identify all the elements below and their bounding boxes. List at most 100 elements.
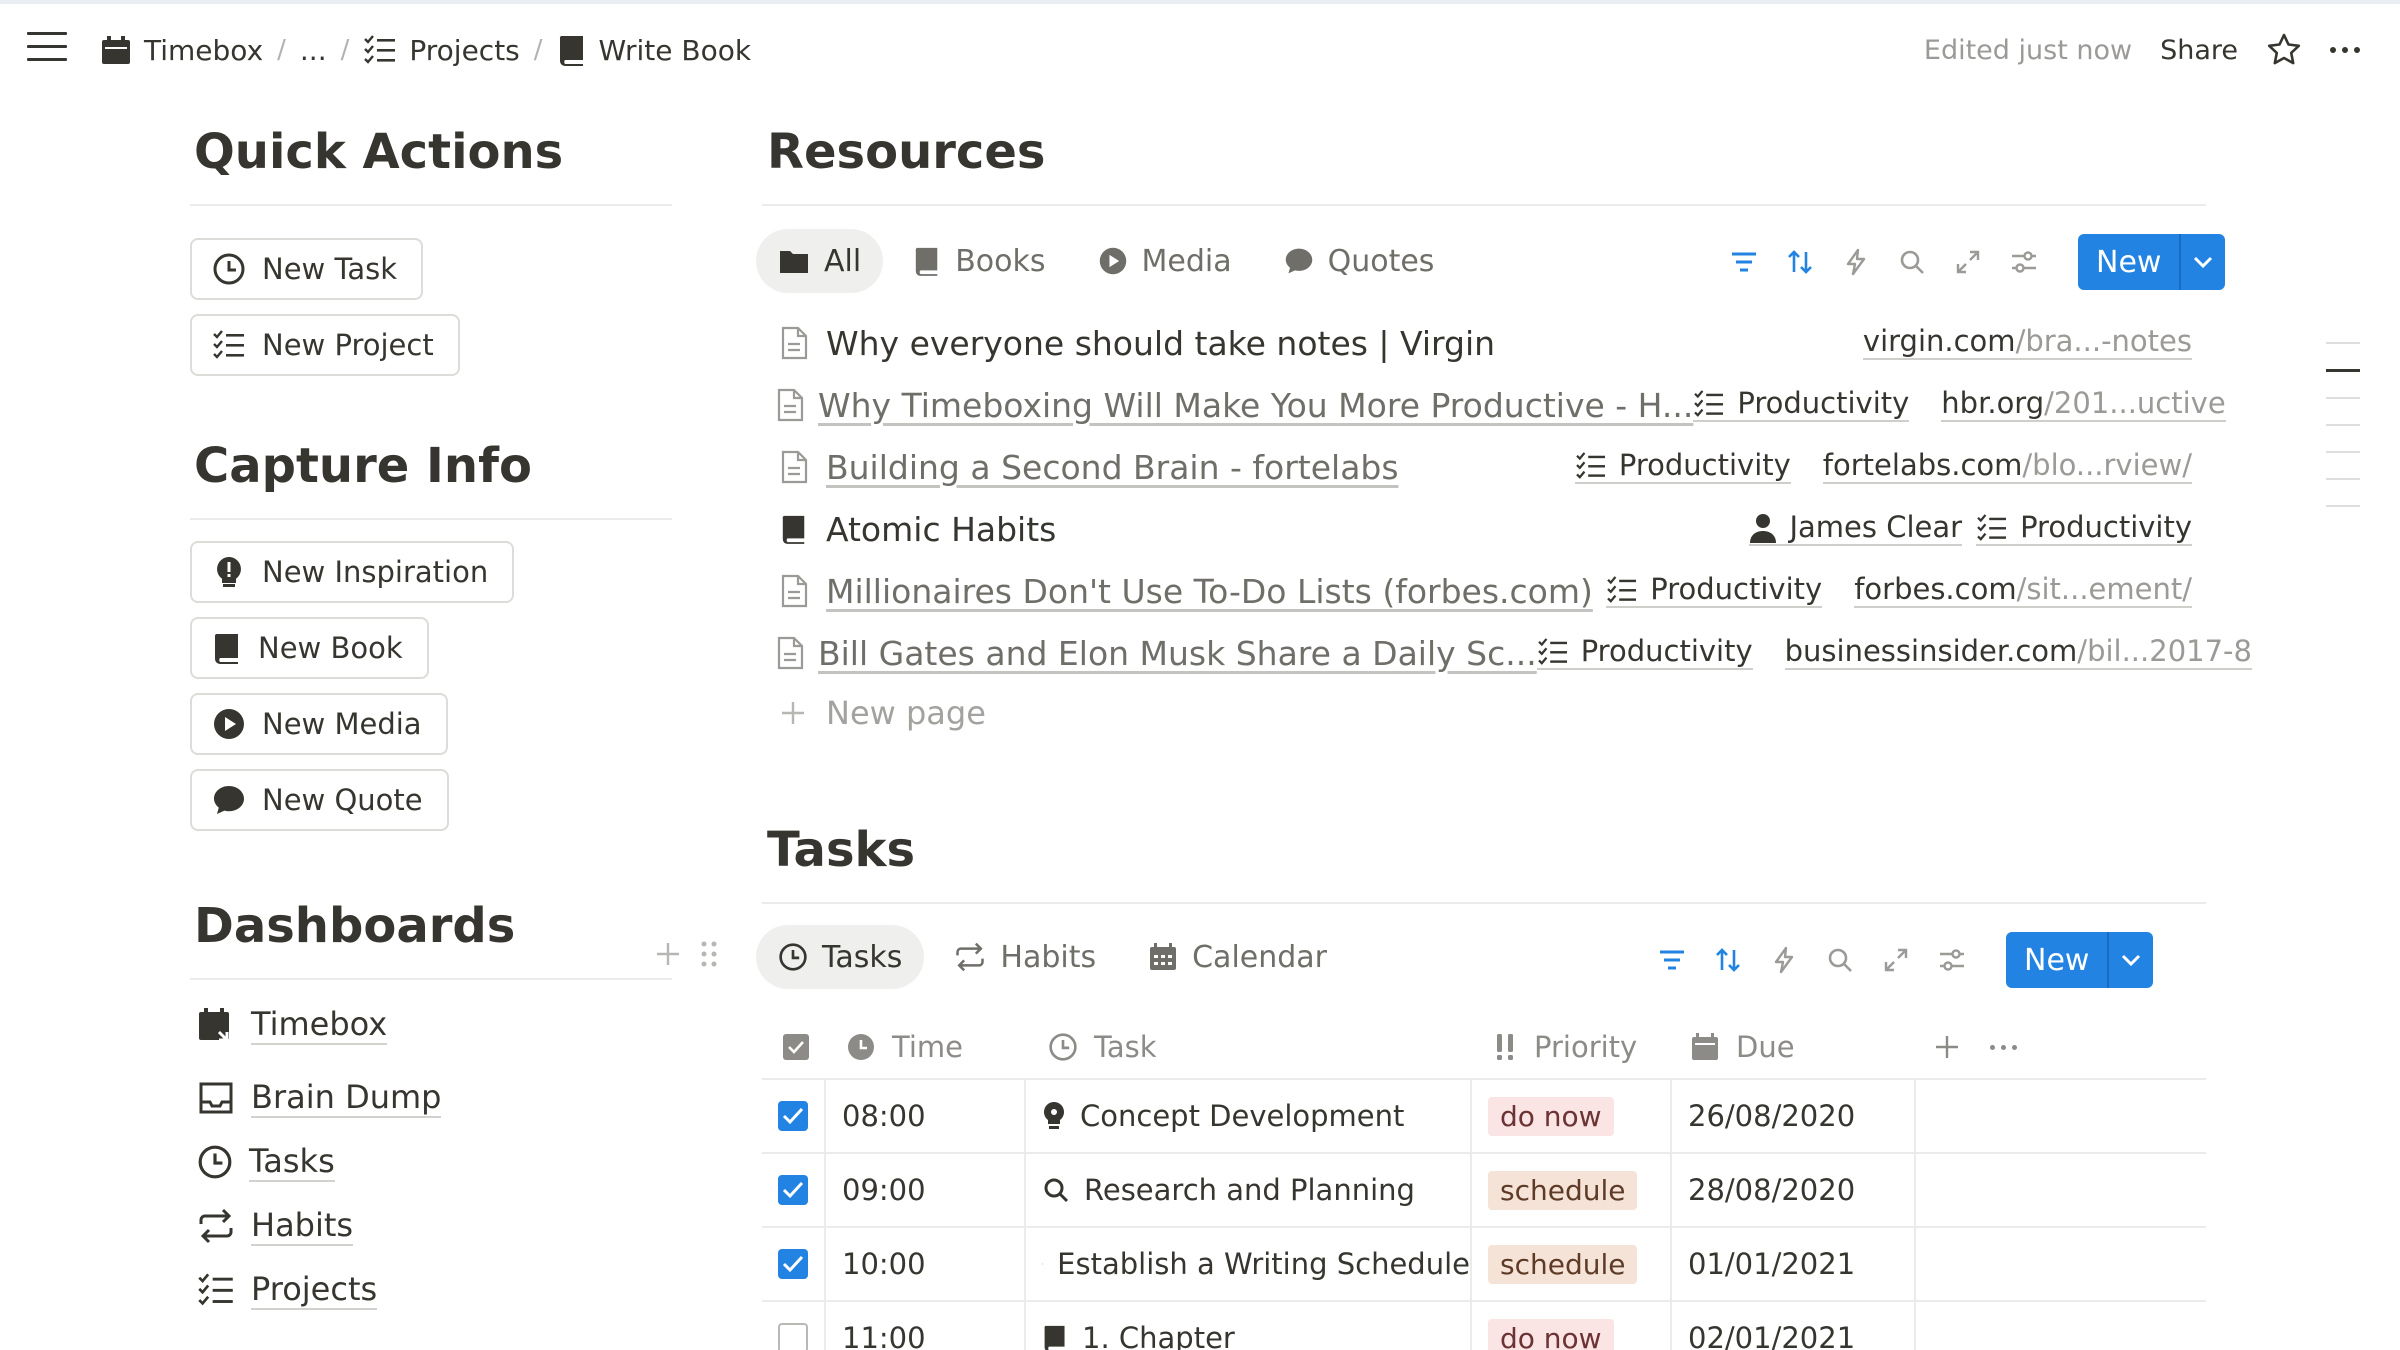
drag-handle-icon[interactable]	[700, 940, 718, 968]
column-header-due[interactable]: Due	[1672, 1030, 1916, 1064]
tab-habits[interactable]: Habits	[932, 925, 1118, 989]
resource-title[interactable]: Building a Second Brain - fortelabs	[826, 448, 1399, 487]
breadcrumb-item-ellipsis[interactable]: ...	[300, 34, 327, 67]
plus-icon[interactable]	[654, 940, 682, 968]
resource-title[interactable]: Bill Gates and Elon Musk Share a Daily S…	[818, 634, 1537, 673]
priority-badge[interactable]: do now	[1488, 1096, 1614, 1136]
sort-icon[interactable]	[1712, 944, 1744, 976]
time-cell[interactable]: 09:00	[826, 1154, 1026, 1226]
tag-productivity[interactable]: Productivity	[1976, 511, 2192, 546]
settings-sliders-icon[interactable]	[2008, 246, 2040, 278]
table-row[interactable]: 11:00 1. Chapter do now 02/01/2021	[762, 1300, 2206, 1350]
tab-calendar[interactable]: Calendar	[1126, 925, 1349, 989]
star-icon[interactable]	[2266, 32, 2302, 68]
dashboard-item-tasks[interactable]: Tasks	[197, 1143, 335, 1182]
tab-tasks[interactable]: Tasks	[756, 925, 925, 989]
new-task-button[interactable]: New Task	[190, 238, 424, 300]
new-resource-button[interactable]: New	[2078, 234, 2226, 290]
resource-url[interactable]: businessinsider.com/bil...2017-8	[1784, 635, 2252, 670]
due-cell[interactable]: 26/08/2020	[1672, 1080, 1916, 1152]
new-task-row-button[interactable]: New	[2006, 932, 2154, 988]
chevron-down-icon[interactable]	[2107, 932, 2153, 988]
dashboard-item-timebox[interactable]: Timebox	[197, 1006, 388, 1045]
done-checkbox[interactable]	[778, 1101, 808, 1131]
outline-marker[interactable]	[2326, 424, 2360, 426]
outline-marker[interactable]	[2326, 397, 2360, 399]
task-cell[interactable]: Establish a Writing Schedule	[1026, 1228, 1472, 1300]
column-header-time[interactable]: Time	[826, 1030, 1026, 1064]
resource-row[interactable]: Why Timeboxing Will Make You More Produc…	[776, 376, 2226, 434]
priority-badge[interactable]: schedule	[1488, 1244, 1638, 1284]
column-header-priority[interactable]: Priority	[1472, 1030, 1672, 1064]
search-icon[interactable]	[1896, 246, 1928, 278]
tab-media[interactable]: Media	[1076, 229, 1254, 293]
more-options-icon[interactable]	[2330, 47, 2360, 53]
outline-marker[interactable]	[2326, 478, 2360, 480]
new-project-button[interactable]: New Project	[190, 314, 460, 376]
automation-bolt-icon[interactable]	[1840, 246, 1872, 278]
dashboard-item-brain-dump[interactable]: Brain Dump	[197, 1079, 442, 1118]
due-cell[interactable]: 01/01/2021	[1672, 1228, 1916, 1300]
new-book-button[interactable]: New Book	[190, 617, 429, 679]
table-row[interactable]: 09:00 Research and Planning schedule 28/…	[762, 1152, 2206, 1226]
tag-productivity[interactable]: Productivity	[1693, 387, 1910, 422]
time-cell[interactable]: 08:00	[826, 1080, 1026, 1152]
sort-icon[interactable]	[1784, 246, 1816, 278]
page-outline[interactable]	[2326, 342, 2360, 532]
tab-all[interactable]: All	[756, 229, 884, 293]
resource-title[interactable]: Millionaires Don't Use To-Do Lists (forb…	[826, 572, 1593, 611]
resource-url[interactable]: fortelabs.com/blo...rview/	[1822, 449, 2192, 484]
resource-row[interactable]: Building a Second Brain - fortelabs Prod…	[776, 438, 2192, 496]
dashboard-item-projects[interactable]: Projects	[197, 1271, 378, 1310]
done-checkbox[interactable]	[778, 1175, 808, 1205]
breadcrumb-item-write-book[interactable]: Write Book	[557, 34, 751, 67]
share-button[interactable]: Share	[2160, 35, 2238, 66]
tag-productivity[interactable]: Productivity	[1536, 635, 1753, 670]
task-cell[interactable]: Concept Development	[1026, 1080, 1472, 1152]
expand-icon[interactable]	[1880, 944, 1912, 976]
select-all-checkbox[interactable]	[762, 1033, 826, 1061]
time-cell[interactable]: 10:00	[826, 1228, 1026, 1300]
new-page-button[interactable]: New page	[780, 694, 986, 732]
new-quote-button[interactable]: New Quote	[190, 769, 449, 831]
resource-url[interactable]: forbes.com/sit...ement/	[1854, 573, 2192, 608]
menu-icon[interactable]	[27, 32, 67, 68]
chevron-down-icon[interactable]	[2179, 234, 2225, 290]
outline-marker[interactable]	[2326, 505, 2360, 507]
due-cell[interactable]: 02/01/2021	[1672, 1302, 1916, 1350]
settings-sliders-icon[interactable]	[1936, 944, 1968, 976]
resource-url[interactable]: virgin.com/bra...-notes	[1862, 325, 2192, 360]
more-options-icon[interactable]	[1990, 1044, 2017, 1050]
resource-row[interactable]: Atomic Habits James Clear Productivity	[776, 500, 2192, 558]
expand-icon[interactable]	[1952, 246, 1984, 278]
author-tag[interactable]: James Clear	[1749, 511, 1963, 546]
priority-badge[interactable]: schedule	[1488, 1170, 1638, 1210]
column-header-task[interactable]: Task	[1026, 1030, 1472, 1064]
resource-url[interactable]: hbr.org/201...uctive	[1941, 387, 2226, 422]
resource-title[interactable]: Why Timeboxing Will Make You More Produc…	[818, 386, 1693, 425]
due-cell[interactable]: 28/08/2020	[1672, 1154, 1916, 1226]
done-checkbox[interactable]	[778, 1249, 808, 1279]
breadcrumb-item-projects[interactable]: Projects	[363, 34, 520, 67]
search-icon[interactable]	[1824, 944, 1856, 976]
dashboard-item-habits[interactable]: Habits	[197, 1207, 354, 1246]
tab-books[interactable]: Books	[891, 229, 1067, 293]
tag-productivity[interactable]: Productivity	[1606, 573, 1823, 608]
new-media-button[interactable]: New Media	[190, 693, 448, 755]
plus-icon[interactable]	[1934, 1034, 1960, 1060]
new-inspiration-button[interactable]: New Inspiration	[190, 541, 515, 603]
filter-icon[interactable]	[1656, 944, 1688, 976]
priority-badge[interactable]: do now	[1488, 1318, 1614, 1350]
outline-marker-current[interactable]	[2326, 369, 2360, 372]
done-checkbox[interactable]	[778, 1323, 808, 1350]
automation-bolt-icon[interactable]	[1768, 944, 1800, 976]
time-cell[interactable]: 11:00	[826, 1302, 1026, 1350]
outline-marker[interactable]	[2326, 342, 2360, 344]
filter-icon[interactable]	[1728, 246, 1760, 278]
table-row[interactable]: 10:00 Establish a Writing Schedule sched…	[762, 1226, 2206, 1300]
resource-row[interactable]: Why everyone should take notes | Virgin …	[776, 314, 2192, 372]
tab-quotes[interactable]: Quotes	[1262, 229, 1457, 293]
table-row[interactable]: 08:00 Concept Development do now 26/08/2…	[762, 1078, 2206, 1152]
breadcrumb-item-timebox[interactable]: Timebox	[100, 34, 263, 67]
resource-row[interactable]: Millionaires Don't Use To-Do Lists (forb…	[776, 562, 2192, 620]
